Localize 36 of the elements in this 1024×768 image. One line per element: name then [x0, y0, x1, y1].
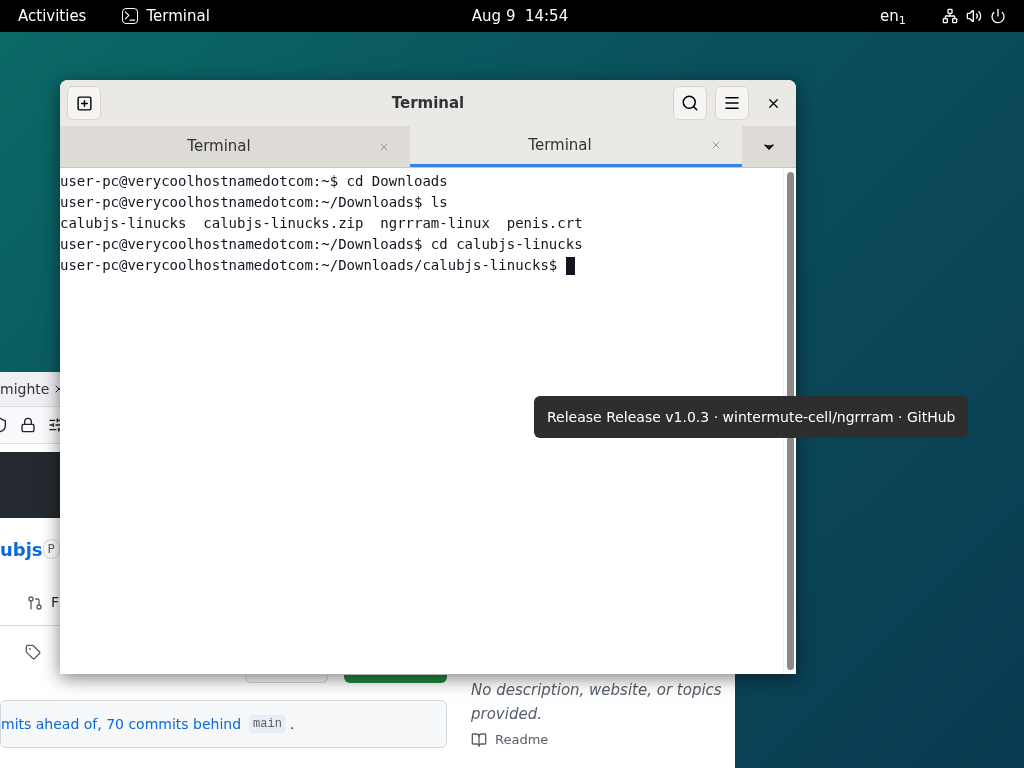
terminal-line: calubjs-linucks calubjs-linucks.zip ngrrram-linux penis.crt: [60, 214, 583, 233]
repo-name[interactable]: ubjs: [0, 535, 43, 563]
search-icon: [681, 94, 699, 112]
volume-icon[interactable]: [966, 8, 982, 24]
new-tab-button[interactable]: [67, 86, 101, 120]
readme-link[interactable]: Readme: [495, 730, 549, 750]
text-cursor-icon: [565, 256, 575, 275]
repo-description: No description, website, or topics provided.: [471, 680, 723, 725]
terminal-line: user-pc@verycoolhostnamedotcom:~/Downloads$ ls: [60, 193, 448, 212]
pull-request-icon: [27, 594, 43, 611]
menu-button[interactable]: [715, 86, 749, 120]
terminal-line: user-pc@verycoolhostnamedotcom:~$ cd Downloads: [60, 172, 448, 191]
terminal-tab[interactable]: Terminal: [410, 126, 742, 167]
search-button[interactable]: [673, 86, 707, 120]
terminal-tab[interactable]: Terminal: [60, 126, 410, 167]
clock[interactable]: Aug 9 14:54: [471, 4, 569, 28]
terminal-icon: [122, 8, 139, 24]
tag-icon[interactable]: [25, 644, 41, 660]
book-icon: [471, 731, 487, 748]
browser-tab[interactable]: mighte: [0, 378, 50, 400]
activities-button[interactable]: Activities: [18, 4, 87, 28]
tooltip: Release Release v1.0.3 · wintermute-cell/ngrrram · GitHub: [534, 396, 969, 438]
keyboard-layout[interactable]: en$_{1}$: [880, 4, 906, 28]
menu-icon: [723, 94, 741, 112]
power-icon[interactable]: [990, 8, 1006, 24]
branch-name: main: [249, 715, 286, 733]
commits-link[interactable]: mits ahead of, 70 commits behind: [1, 713, 242, 735]
plus-icon: [75, 94, 93, 112]
nav-tab[interactable]: F: [51, 592, 60, 613]
terminal-line: user-pc@verycoolhostnamedotcom:~/Downloads/calubjs-linucks$: [60, 256, 559, 275]
period-text: .: [289, 714, 295, 734]
terminal-line: user-pc@verycoolhostnamedotcom:~/Downloads$ cd calubjs-linucks: [60, 235, 583, 254]
network-icon[interactable]: [942, 8, 958, 24]
app-menu[interactable]: Terminal: [146, 4, 210, 28]
lock-icon[interactable]: [20, 417, 36, 433]
window-title: Terminal: [391, 92, 465, 114]
